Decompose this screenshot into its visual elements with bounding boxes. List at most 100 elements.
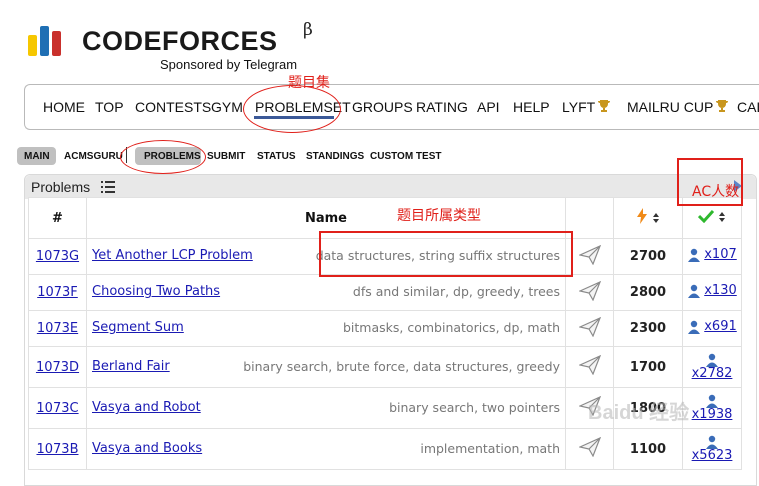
lightning-icon: [636, 208, 647, 224]
problem-id-link[interactable]: 1073C: [36, 401, 78, 416]
baidu-watermark: Baidu 经验: [588, 402, 690, 424]
problem-tags: binary search, two pointers: [389, 400, 560, 415]
menu-api[interactable]: API: [477, 99, 500, 115]
difficulty-cell: 1700: [613, 346, 683, 388]
problem-name-link[interactable]: Vasya and Books: [92, 441, 202, 456]
annotation-problemset-ellipse: [243, 85, 341, 133]
submit-cell: [565, 310, 614, 347]
menu-calendar[interactable]: CAL: [737, 99, 759, 115]
table-row: 1073E Segment Sum bitmasks, combinatoric…: [28, 310, 742, 347]
col-difficulty-header[interactable]: [613, 197, 683, 239]
submit-cell: [565, 274, 614, 311]
submit-icon[interactable]: [577, 244, 601, 265]
problem-id-link[interactable]: 1073B: [36, 442, 78, 457]
menu-home[interactable]: HOME: [43, 99, 85, 115]
submit-icon[interactable]: [577, 316, 601, 337]
solved-cell: x107: [682, 238, 742, 275]
problem-tags-link[interactable]: bitmasks, combinatorics, dp, math: [343, 320, 560, 335]
problem-name-cell: Vasya and Robot binary search, two point…: [86, 387, 566, 429]
panel-title: Problems: [31, 179, 91, 195]
subnav-standings[interactable]: STANDINGS: [306, 151, 364, 162]
check-icon: [697, 209, 714, 224]
logo-bars-icon: [28, 26, 61, 56]
solved-count-link[interactable]: x5623: [692, 449, 733, 463]
difficulty-cell: 2700: [613, 238, 683, 275]
logo-beta: β: [303, 20, 313, 40]
problem-tags: implementation, math: [420, 441, 560, 456]
annotation-problems-ellipse: [120, 140, 206, 174]
subnav-status[interactable]: STATUS: [257, 151, 296, 162]
problem-id-cell: 1073C: [28, 387, 87, 429]
trophy-icon: [716, 100, 729, 112]
sort-icon: [653, 213, 660, 223]
subnav-submit[interactable]: SUBMIT: [207, 151, 245, 162]
problem-tags-link[interactable]: dfs and similar, dp, greedy, trees: [353, 284, 560, 299]
subnav-main[interactable]: MAIN: [24, 151, 50, 162]
problem-name-cell: Segment Sum bitmasks, combinatorics, dp,…: [86, 310, 566, 347]
solved-count-link[interactable]: x2782: [692, 367, 733, 381]
problem-tags-link[interactable]: implementation, math: [420, 441, 560, 456]
problem-id-cell: 1073E: [28, 310, 87, 347]
menu-rating[interactable]: RATING: [416, 99, 468, 115]
solved-count-link[interactable]: x130: [704, 283, 737, 298]
codeforces-logo[interactable]: CODEFORCES β Sponsored by Telegram: [26, 20, 326, 82]
col-id-header[interactable]: #: [28, 197, 87, 239]
submit-cell: [565, 346, 614, 388]
menu-lyft[interactable]: LYFT: [562, 99, 611, 115]
problem-id-cell: 1073F: [28, 274, 87, 311]
submit-icon[interactable]: [577, 354, 601, 376]
menu-lyft-label: LYFT: [562, 99, 596, 115]
table-row: 1073F Choosing Two Paths dfs and similar…: [28, 274, 742, 311]
user-icon: [706, 435, 718, 449]
problem-id-cell: 1073B: [28, 428, 87, 470]
problem-name-cell: Berland Fair binary search, brute force,…: [86, 346, 566, 388]
user-icon: [688, 248, 701, 262]
annotation-ac-label: AC人数: [692, 184, 740, 200]
solved-count-link[interactable]: x107: [704, 247, 737, 262]
menu-help[interactable]: HELP: [513, 99, 550, 115]
submit-cell: [565, 428, 614, 470]
problem-tags-link[interactable]: binary search, two pointers: [389, 400, 560, 415]
annotation-problemset-label: 题目集: [288, 75, 330, 91]
problem-id-cell: 1073D: [28, 346, 87, 388]
menu-groups[interactable]: GROUPS: [352, 99, 413, 115]
menu-contests[interactable]: CONTESTS: [135, 99, 211, 115]
problem-name-cell: Vasya and Books implementation, math: [86, 428, 566, 470]
problem-tags-link[interactable]: binary search, brute force, data structu…: [243, 359, 560, 374]
menu-mailru-label: MAILRU CUP: [627, 99, 714, 115]
subnav-acmsguru[interactable]: ACMSGURU: [64, 151, 123, 162]
menu-top[interactable]: TOP: [95, 99, 124, 115]
problem-id-link[interactable]: 1073F: [37, 285, 78, 300]
problem-id-link[interactable]: 1073D: [36, 360, 79, 375]
menu-gym[interactable]: GYM: [211, 99, 243, 115]
problem-name-link[interactable]: Vasya and Robot: [92, 400, 201, 415]
solved-cell: x691: [682, 310, 742, 347]
problem-name-link[interactable]: Segment Sum: [92, 320, 184, 335]
problem-tags: bitmasks, combinatorics, dp, math: [343, 320, 560, 335]
problem-id-link[interactable]: 1073G: [36, 249, 79, 264]
solved-count-link[interactable]: x1938: [692, 408, 733, 422]
sort-icon: [719, 212, 726, 222]
panel-header: Problems: [25, 175, 756, 199]
user-icon: [688, 284, 701, 298]
list-icon[interactable]: [101, 181, 115, 193]
logo-title: CODEFORCES: [82, 26, 278, 56]
user-icon: [706, 394, 718, 408]
submit-icon[interactable]: [577, 436, 601, 458]
problem-tags: binary search, brute force, data structu…: [243, 359, 560, 374]
problem-id-link[interactable]: 1073E: [37, 321, 78, 336]
problem-tags: dfs and similar, dp, greedy, trees: [353, 284, 560, 299]
problem-name-link[interactable]: Yet Another LCP Problem: [92, 248, 253, 263]
subnav-custom-test[interactable]: CUSTOM TEST: [370, 151, 441, 162]
logo-sponsor: Sponsored by Telegram: [160, 57, 298, 72]
solved-count-link[interactable]: x691: [704, 319, 737, 334]
problem-id-cell: 1073G: [28, 238, 87, 275]
problem-name-link[interactable]: Berland Fair: [92, 359, 170, 374]
problem-name-link[interactable]: Choosing Two Paths: [92, 284, 220, 299]
trophy-icon: [598, 100, 611, 112]
submit-icon[interactable]: [577, 280, 601, 301]
menu-mailru-cup[interactable]: MAILRU CUP: [627, 99, 729, 115]
user-icon: [706, 353, 718, 367]
solved-cell: x2782: [682, 346, 742, 388]
difficulty-cell: 1100: [613, 428, 683, 470]
